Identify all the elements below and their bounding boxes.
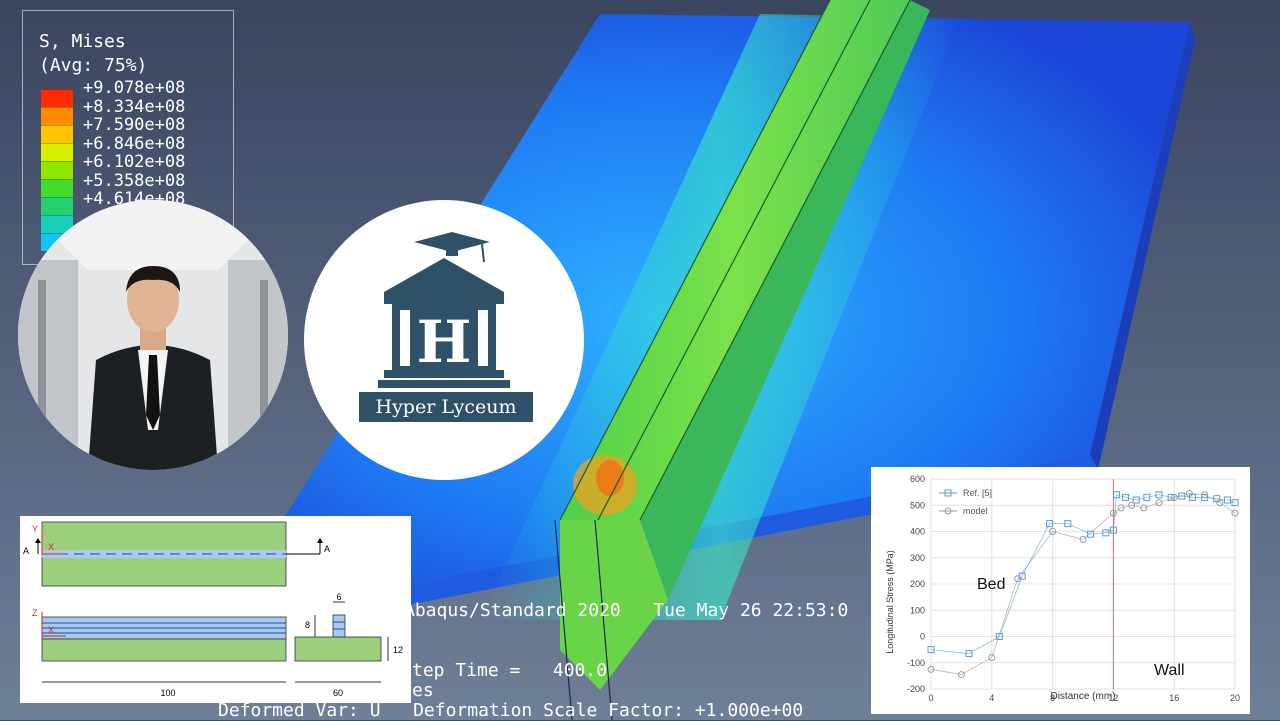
section-label-right: A — [324, 544, 330, 554]
legend-value: +6.846e+08 — [83, 133, 186, 154]
x-tick-label: 0 — [928, 693, 933, 703]
logo-letter: H — [417, 308, 472, 376]
legend-value: +9.078e+08 — [83, 78, 186, 98]
logo-name: Hyper Lyceum — [359, 392, 533, 422]
bead-width-dimension: 6 — [336, 592, 341, 602]
stress-chart-svg: 6005004003002001000-100-2000 4 8 12 16 20 Dis… — [885, 474, 1240, 703]
legend-value: +5.358e+08 — [83, 170, 186, 191]
y-tick-label: 100 — [910, 605, 925, 615]
legend-subtitle: (Avg: 75%) — [39, 55, 148, 76]
legend-value: +6.102e+08 — [83, 152, 186, 172]
top-view: A A Y X — [23, 521, 330, 587]
instructor-avatar — [18, 200, 288, 470]
y-tick-label: 600 — [910, 474, 925, 484]
x-tick-label: 20 — [1230, 693, 1240, 703]
instructor-photo — [18, 200, 288, 470]
annotation-wall: Wall — [1154, 662, 1185, 679]
software-info: Abaqus/Standard 2020 Tue May 26 22:53:0 — [404, 600, 849, 621]
academy-building-icon: H — [378, 232, 510, 388]
legend-color-swatch — [41, 179, 73, 197]
variable-info: es — [412, 680, 434, 701]
axis-y-label: Y — [32, 524, 38, 534]
legend-color-swatch — [41, 161, 73, 179]
chart-legend: Ref. [5] model — [939, 488, 992, 516]
longitudinal-stress-chart: 600 500 400 300 200 100 0 -100 -200 0 4 8 12 16 20 Dis… — [871, 467, 1250, 714]
x-tick-label: 16 — [1169, 693, 1179, 703]
legend-value: +8.334e+08 — [83, 96, 186, 117]
x-tick-label: 4 — [989, 693, 994, 703]
legend-values: +9.078e+08 +8.334e+08 +7.590e+08 +6.846e… — [83, 79, 185, 209]
y-axis-label: Longitudinal Stress (MPa) — [885, 550, 895, 654]
bead-height-dimension: 8 — [305, 620, 310, 630]
legend-value: +7.590e+08 — [83, 115, 186, 135]
plate-height-dimension: 12 — [393, 645, 403, 655]
y-tick-label: -200 — [907, 684, 925, 694]
svg-text:X: X — [48, 625, 54, 635]
hyper-lyceum-logo: H Hyper Lyceum — [304, 200, 584, 480]
y-tick-label: -100 — [907, 658, 925, 668]
y-tick-label: 300 — [910, 553, 925, 563]
annotation-bed: Bed — [977, 576, 1005, 593]
series-line — [930, 494, 1236, 654]
axis-z-label: Z — [32, 608, 38, 618]
x-axis-label: Distance (mm) — [1050, 691, 1115, 702]
cross-section-view: 6 8 12 60 — [294, 592, 403, 698]
axis-x-label: X — [48, 542, 54, 552]
legend-color-swatch — [41, 143, 73, 161]
legend-label: model — [963, 506, 988, 516]
step-time: tep Time = 400.0 — [412, 660, 608, 681]
y-tick-label: 200 — [910, 579, 925, 589]
legend-color-swatch — [41, 107, 73, 125]
legend-color-swatch — [41, 197, 73, 215]
weld-geometry-schematic: A A Y X Z X 100 6 8 12 60 — [20, 516, 411, 703]
y-tick-label: 500 — [910, 500, 925, 510]
section-label-left: A — [23, 546, 29, 556]
side-view: Z X 100 — [32, 608, 287, 698]
length-dimension: 100 — [160, 688, 175, 698]
legend-color-swatch — [41, 125, 73, 143]
width-dimension: 60 — [333, 688, 343, 698]
legend-label: Ref. [5] — [963, 488, 992, 498]
y-tick-label: 400 — [910, 527, 925, 537]
legend-title: S, Mises — [39, 31, 126, 52]
y-tick-label: 0 — [920, 632, 925, 642]
legend-color-swatch — [41, 89, 73, 107]
deformation-info: Deformed Var: U Deformation Scale Factor… — [218, 700, 804, 721]
